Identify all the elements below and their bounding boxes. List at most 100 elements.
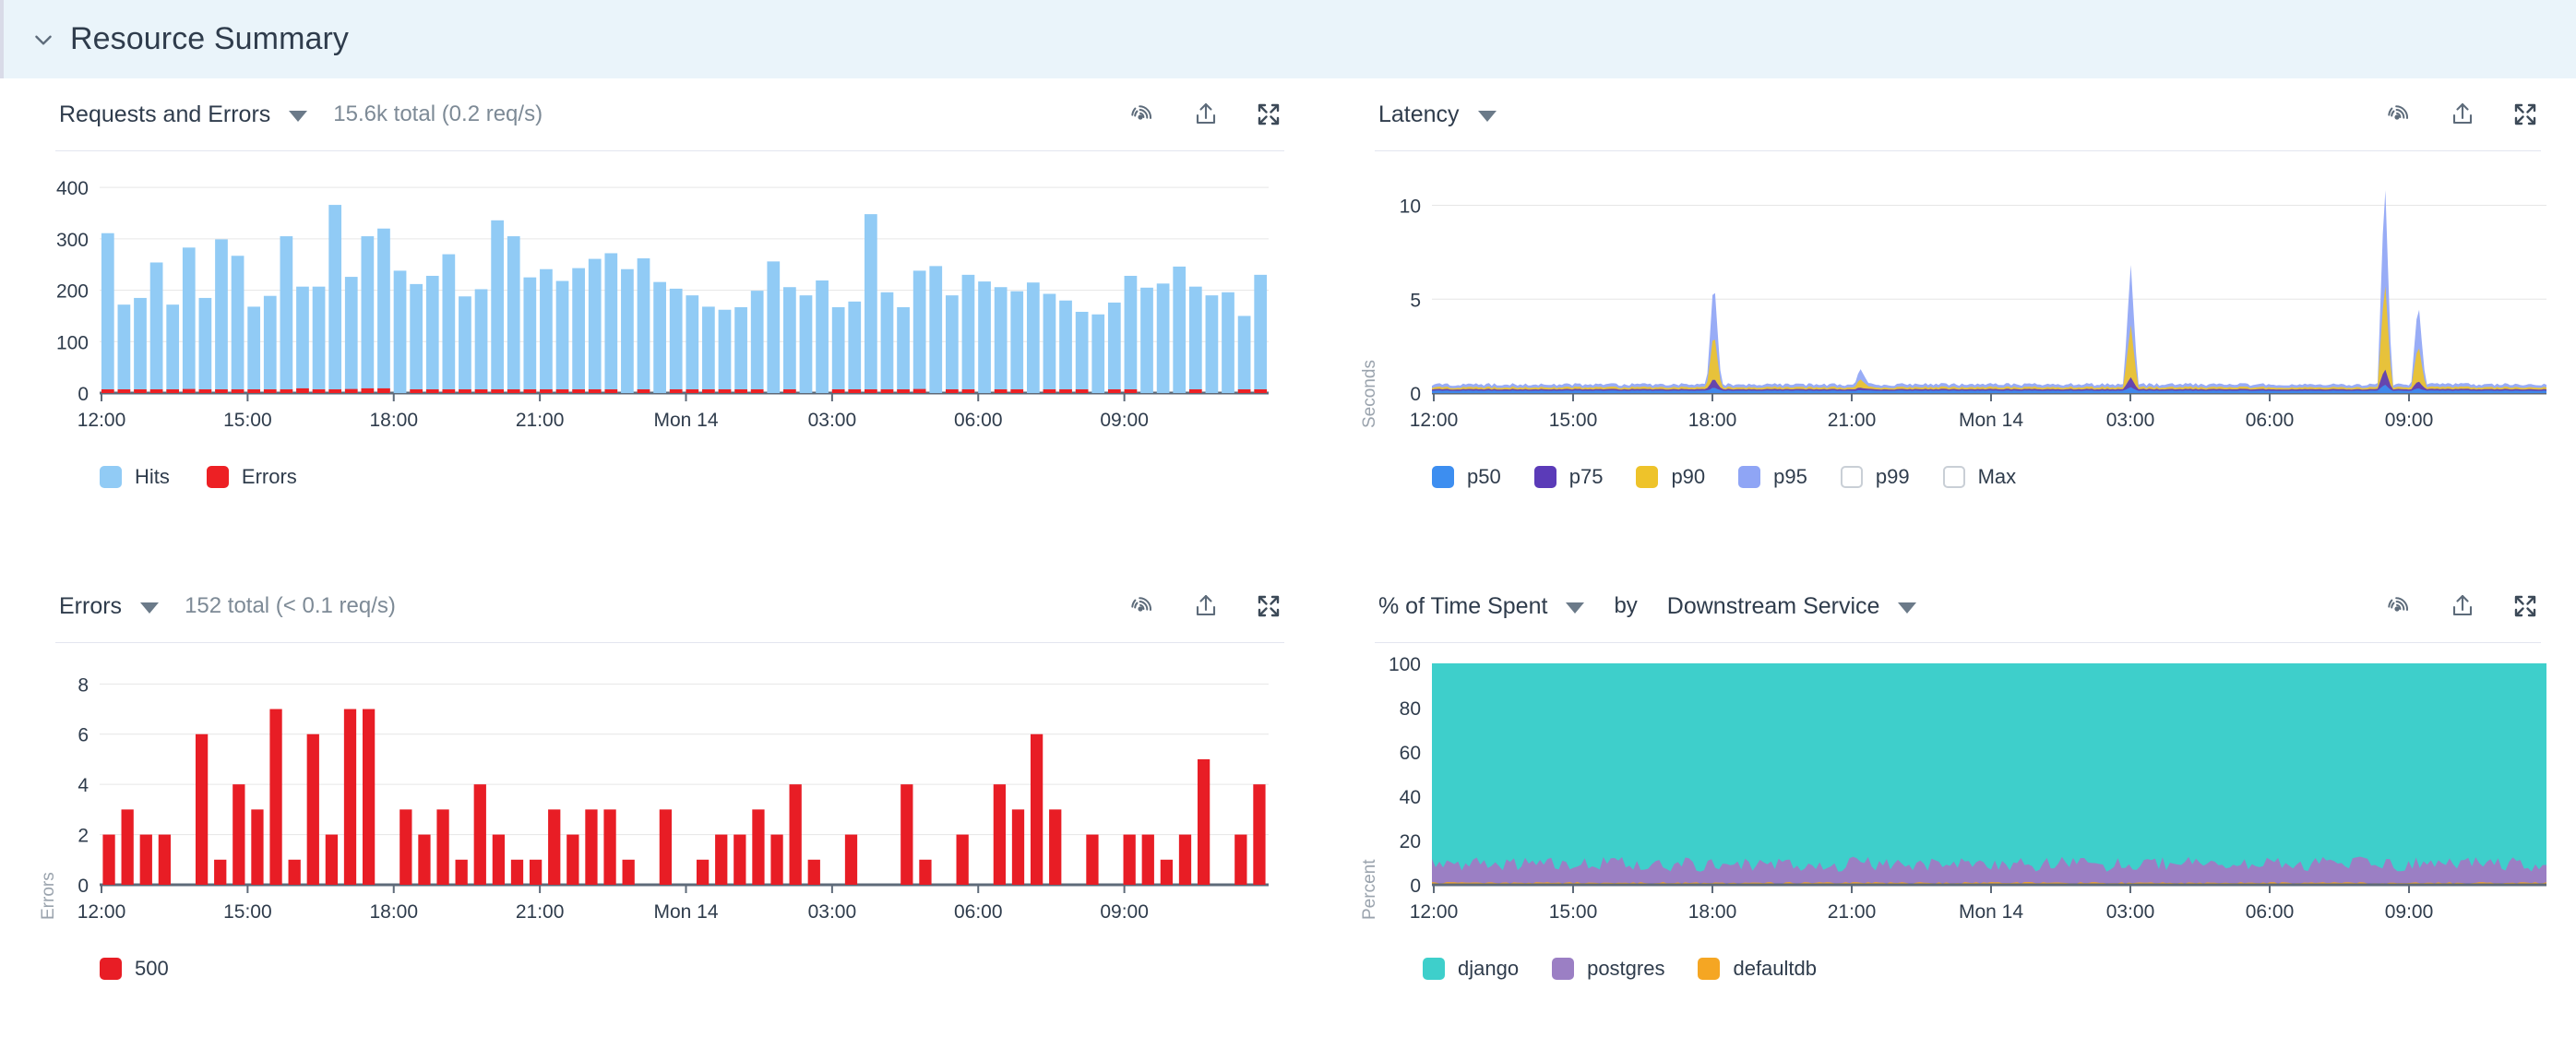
export-icon[interactable] (2447, 99, 2478, 130)
export-icon[interactable] (1190, 99, 1222, 130)
svg-text:12:00: 12:00 (78, 901, 126, 923)
legend-item-hits[interactable]: Hits (100, 465, 170, 489)
legend-swatch-500 (100, 958, 122, 980)
svg-text:0: 0 (1410, 876, 1421, 897)
panel-errors: Errors 152 total (< 0.1 req/s) 0 2 4 6 8… (0, 570, 1319, 1061)
panel-title-requests-and-errors[interactable]: Requests and Errors (59, 101, 270, 128)
legend-item-postgres[interactable]: postgres (1552, 957, 1664, 981)
fullscreen-icon[interactable] (2510, 590, 2541, 622)
svg-text:100: 100 (56, 332, 89, 353)
monitor-icon[interactable] (2384, 590, 2415, 622)
svg-text:06:00: 06:00 (2246, 901, 2295, 923)
legend-label-defaultdb: defaultdb (1733, 957, 1817, 980)
legend-swatch-defaultdb (1698, 958, 1721, 980)
chart-latency: 0 5 10 12:00 15:00 18:00 21:00 Mon 14 03:00 06:00… (1319, 151, 2576, 489)
panel-title-errors[interactable]: Errors (59, 593, 122, 620)
svg-text:12:00: 12:00 (1410, 901, 1459, 923)
panel-grid: Requests and Errors 15.6k total (0.2 req… (0, 78, 2576, 1061)
monitor-icon[interactable] (2384, 99, 2415, 130)
panel-header-latency: Latency (1319, 78, 2576, 150)
panel-requests-and-errors: Requests and Errors 15.6k total (0.2 req… (0, 78, 1319, 570)
svg-text:21:00: 21:00 (1828, 901, 1877, 923)
legend-item-errors[interactable]: Errors (206, 465, 297, 489)
legend-swatch-errors (206, 466, 229, 488)
caret-down-icon[interactable] (1566, 602, 1585, 614)
svg-text:200: 200 (56, 281, 89, 303)
legend-label-p50: p50 (1467, 465, 1501, 488)
legend-label-p95: p95 (1773, 465, 1807, 488)
legend-swatch-p95 (1738, 466, 1761, 488)
group-by-value[interactable]: Downstream Service (1667, 593, 1880, 620)
time-spent-y-axis-title: Percent (1360, 859, 1379, 920)
svg-text:21:00: 21:00 (516, 901, 565, 923)
legend-item-p75[interactable]: p75 (1533, 465, 1603, 489)
time-spent-plot[interactable]: 0 20 40 60 80 100 12:00 15:00 18:00 21:00 Mon 14 03… (1319, 643, 2576, 948)
legend-errors: 500 (0, 957, 1319, 981)
fullscreen-icon[interactable] (1253, 590, 1284, 622)
panel-title-time-spent[interactable]: % of Time Spent (1378, 593, 1547, 620)
legend-item-p90[interactable]: p90 (1636, 465, 1705, 489)
svg-text:15:00: 15:00 (223, 410, 272, 431)
caret-down-icon[interactable] (1898, 602, 1917, 614)
svg-text:18:00: 18:00 (1688, 410, 1737, 431)
panel-time-spent: % of Time Spent by Downstream Service 0 … (1319, 570, 2576, 1061)
panel-actions-latency (2384, 99, 2541, 130)
fullscreen-icon[interactable] (1253, 99, 1284, 130)
panel-actions-time-spent (2384, 590, 2541, 622)
panel-header-requests-and-errors: Requests and Errors 15.6k total (0.2 req… (0, 78, 1319, 150)
panel-subtitle-errors: 152 total (< 0.1 req/s) (185, 593, 396, 618)
svg-text:18:00: 18:00 (369, 410, 418, 431)
svg-text:06:00: 06:00 (2246, 410, 2295, 431)
svg-text:03:00: 03:00 (2106, 410, 2155, 431)
legend-label-errors: Errors (241, 465, 297, 488)
page-title: Resource Summary (70, 21, 350, 56)
svg-text:40: 40 (1400, 787, 1421, 808)
legend-swatch-postgres (1552, 958, 1575, 980)
legend-item-500[interactable]: 500 (100, 957, 169, 981)
caret-down-icon[interactable] (289, 110, 308, 122)
legend-item-django[interactable]: django (1423, 957, 1519, 981)
legend-item-p50[interactable]: p50 (1432, 465, 1501, 489)
chevron-down-icon[interactable] (31, 28, 55, 52)
legend-item-defaultdb[interactable]: defaultdb (1698, 957, 1817, 981)
svg-text:06:00: 06:00 (954, 410, 1003, 431)
legend-label-postgres: postgres (1587, 957, 1665, 980)
fullscreen-icon[interactable] (2510, 99, 2541, 130)
export-icon[interactable] (1190, 590, 1222, 622)
svg-text:12:00: 12:00 (1410, 410, 1459, 431)
svg-text:03:00: 03:00 (808, 901, 857, 923)
legend-label-django: django (1458, 957, 1520, 980)
caret-down-icon[interactable] (1477, 110, 1497, 122)
svg-text:09:00: 09:00 (2385, 901, 2434, 923)
legend-swatch-p50 (1432, 466, 1454, 488)
svg-text:20: 20 (1400, 831, 1421, 852)
svg-text:Mon 14: Mon 14 (653, 410, 718, 431)
svg-text:21:00: 21:00 (516, 410, 565, 431)
legend-item-p95[interactable]: p95 (1738, 465, 1807, 489)
requests-and-errors-plot[interactable]: 0 100 200 300 400 12:00 15:00 18:00 21:00 Mon 14 0… (0, 151, 1319, 456)
legend-swatch-p99 (1840, 466, 1863, 488)
svg-text:15:00: 15:00 (223, 901, 272, 923)
legend-item-p99[interactable]: p99 (1840, 465, 1910, 489)
legend-swatch-p75 (1533, 466, 1556, 488)
section-header-resource-summary[interactable]: Resource Summary (0, 0, 2576, 78)
panel-actions-requests-and-errors (1127, 99, 1284, 130)
panel-latency: Latency 0 5 10 12:00 15:00 18:00 21:00 M… (1319, 78, 2576, 570)
svg-text:8: 8 (78, 674, 89, 696)
errors-y-axis-title: Errors (39, 872, 58, 920)
svg-text:Mon 14: Mon 14 (1959, 901, 2023, 923)
svg-text:0: 0 (78, 876, 89, 897)
export-icon[interactable] (2447, 590, 2478, 622)
caret-down-icon[interactable] (140, 602, 160, 614)
svg-text:60: 60 (1400, 743, 1421, 764)
legend-label-500: 500 (135, 957, 169, 980)
legend-item-max[interactable]: Max (1942, 465, 2016, 489)
errors-plot[interactable]: 0 2 4 6 8 12:00 15:00 18:00 21:00 Mon 14 03:00 06:0… (0, 643, 1319, 948)
legend-swatch-max (1942, 466, 1965, 488)
monitor-icon[interactable] (1127, 99, 1159, 130)
latency-plot[interactable]: 0 5 10 12:00 15:00 18:00 21:00 Mon 14 03:00 06:00… (1319, 151, 2576, 456)
panel-title-latency[interactable]: Latency (1378, 101, 1460, 128)
legend-time-spent: django postgres defaultdb (1319, 957, 2576, 981)
monitor-icon[interactable] (1127, 590, 1159, 622)
svg-text:10: 10 (1400, 197, 1421, 218)
